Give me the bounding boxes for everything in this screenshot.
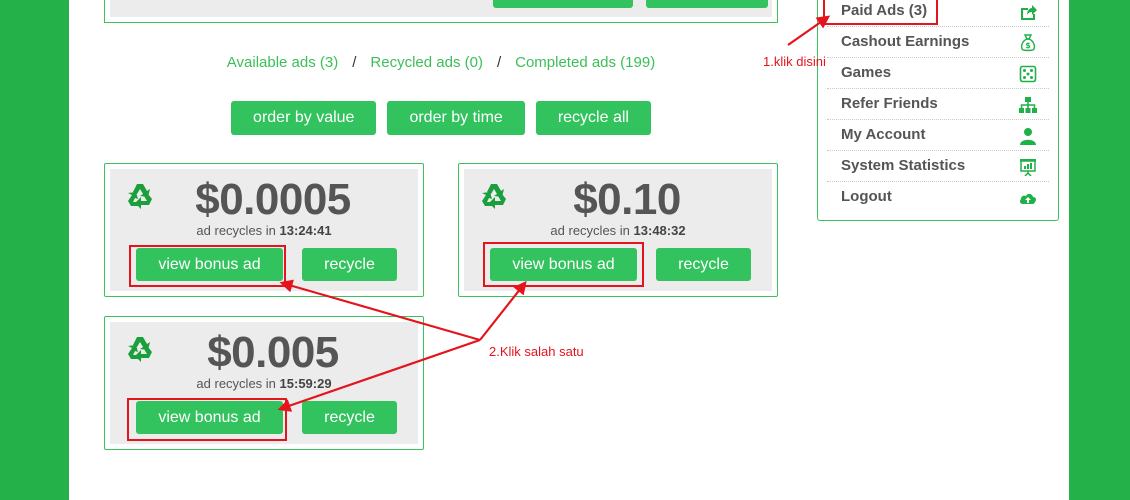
sidebar-item-refer-friends[interactable]: Refer Friends xyxy=(827,89,1049,120)
sidebar-menu: Paid Ads (3) Cashout Earnings $ Games Re… xyxy=(817,0,1059,221)
cloud-upload-icon xyxy=(1019,193,1037,204)
top-view-button-partial[interactable] xyxy=(493,0,633,8)
recycle-time: 15:59:29 xyxy=(279,376,332,391)
tab-recycled-ads[interactable]: Recycled ads (0) xyxy=(370,54,483,71)
recycle-button[interactable]: recycle xyxy=(656,248,751,281)
ads-tabs: Available ads (3) / Recycled ads (0) / Compl… xyxy=(104,54,778,74)
order-buttons: order by value order by time recycle all xyxy=(104,101,778,135)
sidebar-item-logout[interactable]: Logout xyxy=(827,182,1049,213)
annotation-box-view-bonus-ad xyxy=(483,242,644,287)
ad-value: $0.0005 xyxy=(195,175,351,224)
sidebar-item-system-statistics[interactable]: System Statistics xyxy=(827,151,1049,182)
annotation-box-view-bonus-ad xyxy=(129,245,286,287)
dice-icon xyxy=(1019,65,1037,83)
sidebar-item-cashout-earnings[interactable]: Cashout Earnings $ xyxy=(827,27,1049,58)
recycle-button[interactable]: recycle xyxy=(302,248,397,281)
money-bag-icon: $ xyxy=(1020,34,1036,52)
annotation-box-view-bonus-ad xyxy=(127,398,287,441)
recycle-all-button[interactable]: recycle all xyxy=(535,101,651,135)
ad-recycle-timer: ad recycles in 15:59:29 xyxy=(196,376,332,391)
sidebar-item-games[interactable]: Games xyxy=(827,58,1049,89)
recycle-time: 13:24:41 xyxy=(279,223,332,238)
ad-value: $0.005 xyxy=(207,328,339,377)
top-recycle-button-partial[interactable] xyxy=(646,0,768,8)
top-ad-card-partial xyxy=(104,0,778,23)
tab-separator: / xyxy=(496,54,502,71)
svg-text:$: $ xyxy=(1025,41,1031,50)
ad-value: $0.10 xyxy=(573,175,681,224)
annotation-step2-text: 2.Klik salah satu xyxy=(489,344,584,359)
annotation-box-paid-ads xyxy=(823,0,938,25)
tab-completed-ads[interactable]: Completed ads (199) xyxy=(515,54,655,71)
network-icon xyxy=(1019,97,1037,113)
share-icon xyxy=(1021,5,1037,20)
order-by-time-button[interactable]: order by time xyxy=(387,101,525,135)
tab-available-ads[interactable]: Available ads (3) xyxy=(227,54,338,71)
annotation-step1-text: 1.klik disini xyxy=(763,54,826,69)
presentation-icon xyxy=(1020,159,1036,176)
recycle-button[interactable]: recycle xyxy=(302,401,397,434)
sidebar-item-my-account[interactable]: My Account xyxy=(827,120,1049,151)
recycle-time: 13:48:32 xyxy=(633,223,686,238)
ad-recycle-timer: ad recycles in 13:48:32 xyxy=(550,223,686,238)
order-by-value-button[interactable]: order by value xyxy=(231,101,377,135)
tab-separator: / xyxy=(352,54,357,71)
user-icon xyxy=(1020,128,1036,145)
ad-recycle-timer: ad recycles in 13:24:41 xyxy=(196,223,332,238)
